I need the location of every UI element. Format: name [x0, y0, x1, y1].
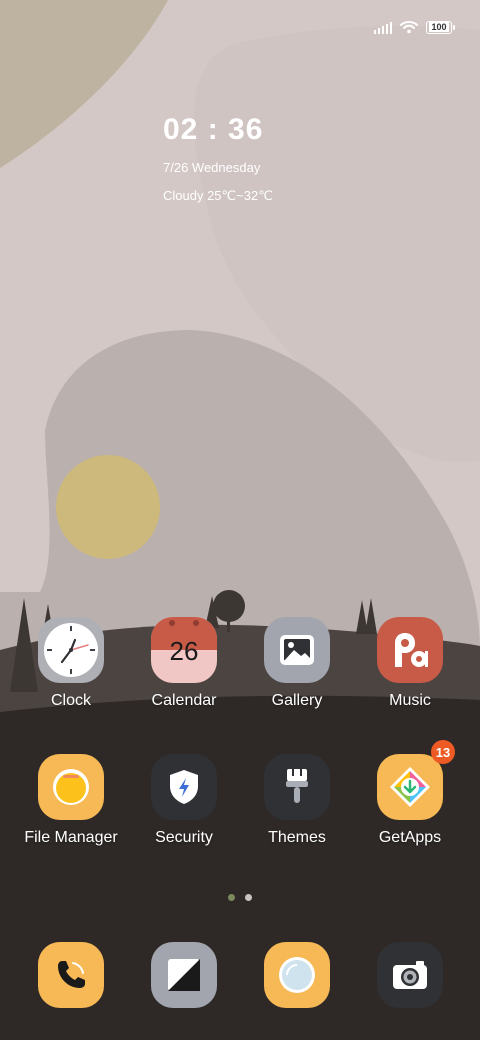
- page-dot-active[interactable]: [228, 894, 235, 901]
- dock-camera[interactable]: [377, 942, 443, 1008]
- brush-icon: [264, 754, 330, 820]
- app-label: Calendar: [151, 692, 217, 709]
- widget-time: 02 : 36: [163, 113, 264, 146]
- music-icon: [377, 617, 443, 683]
- app-label: Security: [155, 829, 213, 846]
- clock-icon: [38, 617, 104, 683]
- app-calendar[interactable]: 26 Calendar: [128, 617, 240, 710]
- wifi-icon: [400, 21, 418, 34]
- calendar-icon: 26: [151, 617, 217, 683]
- battery-icon: 100: [426, 20, 455, 34]
- app-label: Clock: [50, 692, 91, 709]
- app-label: Gallery: [271, 692, 323, 709]
- page-dot[interactable]: [245, 894, 252, 901]
- clock-widget[interactable]: 02 : 36 7/26 Wednesday Cloudy 25℃~32℃: [163, 112, 273, 204]
- dock-phone[interactable]: [38, 942, 104, 1008]
- app-label: Themes: [268, 829, 326, 846]
- image-icon: [264, 617, 330, 683]
- shield-icon: [151, 754, 217, 820]
- widget-weather: Cloudy 25℃~32℃: [163, 188, 273, 203]
- app-clock[interactable]: Clock: [15, 617, 127, 710]
- app-label: GetApps: [378, 829, 442, 846]
- app-themes[interactable]: Themes: [241, 754, 353, 847]
- widget-date: 7/26 Wednesday: [163, 160, 261, 175]
- page-indicator[interactable]: [0, 894, 480, 901]
- folder-icon: [38, 754, 104, 820]
- status-bar: 100: [374, 14, 455, 40]
- messages-icon: [168, 959, 200, 991]
- calendar-day: 26: [169, 635, 199, 666]
- download-icon: 13: [377, 740, 455, 820]
- signal-icon: [374, 20, 392, 34]
- dock-messages[interactable]: [151, 942, 217, 1008]
- phone-icon: [58, 961, 85, 988]
- camera-icon: [393, 961, 427, 989]
- app-music[interactable]: Music: [354, 617, 466, 710]
- app-file-manager[interactable]: File Manager: [15, 754, 127, 847]
- app-gallery[interactable]: Gallery: [241, 617, 353, 710]
- dock-browser[interactable]: [264, 942, 330, 1008]
- notification-badge: 13: [431, 740, 455, 764]
- browser-icon: [279, 957, 315, 993]
- battery-level: 100: [429, 22, 449, 32]
- app-getapps[interactable]: 13 GetApps: [354, 740, 466, 847]
- app-label: Music: [389, 692, 431, 709]
- app-label: File Manager: [24, 829, 118, 846]
- app-security[interactable]: Security: [128, 754, 240, 847]
